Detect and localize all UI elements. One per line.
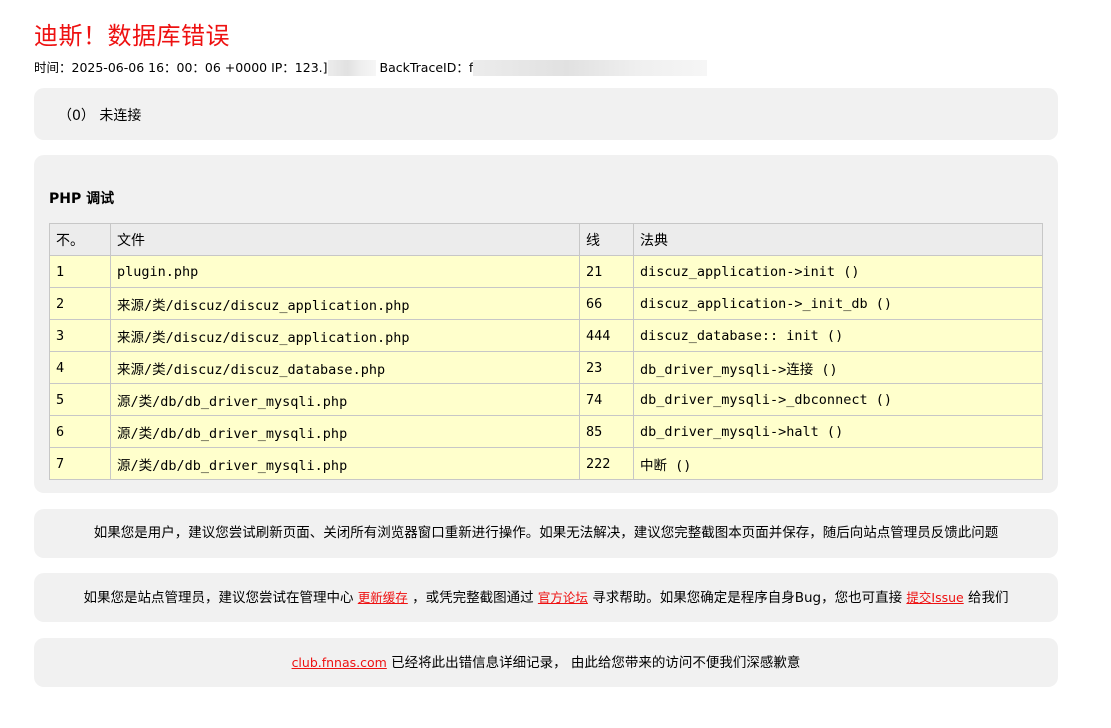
cell-code: 中断 () <box>633 447 1043 480</box>
table-row: 3 来源/类/discuz/discuz_application.php 444… <box>49 319 1043 352</box>
meta-time-ip: 时间：2025-06-06 16：00：06 +0000 IP：123. <box>34 60 323 75</box>
site-apology-box: club.fnnas.com 已经将此出错信息详细记录， 由此给您带来的访问不便… <box>34 638 1058 687</box>
cell-no: 7 <box>49 447 111 480</box>
table-header-row: 不。 文件 线 法典 <box>49 223 1043 256</box>
cell-line: 85 <box>579 415 634 448</box>
table-row: 5 源/类/db/db_driver_mysqli.php 74 db_driv… <box>49 383 1043 416</box>
cell-no: 3 <box>49 319 111 352</box>
col-header-file: 文件 <box>110 223 580 256</box>
cell-code: discuz_database:: init () <box>633 319 1043 352</box>
cell-line: 222 <box>579 447 634 480</box>
table-row: 1 plugin.php 21 discuz_application->init… <box>49 255 1043 288</box>
cell-no: 1 <box>49 255 111 288</box>
cell-no: 5 <box>49 383 111 416</box>
error-message-box: （0） 未连接 <box>34 88 1058 140</box>
cell-file: 来源/类/discuz/discuz_database.php <box>110 351 580 384</box>
table-row: 4 来源/类/discuz/discuz_database.php 23 db_… <box>49 351 1043 384</box>
cell-no: 6 <box>49 415 111 448</box>
page-title: 迪斯！数据库错误 <box>34 22 230 50</box>
redacted-ip <box>327 60 376 76</box>
cell-file: plugin.php <box>110 255 580 288</box>
cell-line: 74 <box>579 383 634 416</box>
admin-advice-text-2: ，或凭完整截图通过 <box>407 590 538 606</box>
cell-code: discuz_application->init () <box>633 255 1043 288</box>
admin-advice-text-3: 寻求帮助。如果您确定是程序自身Bug，您也可直接 <box>587 590 907 606</box>
cell-line: 444 <box>579 319 634 352</box>
table-row: 7 源/类/db/db_driver_mysqli.php 222 中断 () <box>49 447 1043 480</box>
refresh-cache-link[interactable]: 更新缓存 <box>358 590 408 605</box>
user-advice-text: 如果您是用户，建议您尝试刷新页面、关闭所有浏览器窗口重新进行操作。如果无法解决，… <box>93 525 999 541</box>
admin-advice-text-4: 给我们 <box>963 590 1009 606</box>
error-message: （0） 未连接 <box>58 108 142 124</box>
col-header-no: 不。 <box>49 223 111 256</box>
table-row: 2 来源/类/discuz/discuz_application.php 66 … <box>49 287 1043 320</box>
official-forum-link[interactable]: 官方论坛 <box>538 590 588 605</box>
cell-line: 23 <box>579 351 634 384</box>
redacted-backtrace-id <box>473 60 708 76</box>
admin-advice-box: 如果您是站点管理员，建议您尝试在管理中心 更新缓存 ，或凭完整截图通过 官方论坛… <box>34 573 1058 622</box>
col-header-line: 线 <box>579 223 634 256</box>
cell-line: 66 <box>579 287 634 320</box>
admin-advice-text-1: 如果您是站点管理员，建议您尝试在管理中心 <box>83 590 358 606</box>
submit-issue-link[interactable]: 提交Issue <box>906 590 963 605</box>
table-row: 6 源/类/db/db_driver_mysqli.php 85 db_driv… <box>49 415 1043 448</box>
meta-backtrace-label: BackTraceID：f <box>379 60 474 75</box>
php-debug-box: PHP 调试 不。 文件 线 法典 1 plugin.php 21 discuz… <box>34 155 1058 493</box>
col-header-code: 法典 <box>633 223 1043 256</box>
cell-file: 源/类/db/db_driver_mysqli.php <box>110 383 580 416</box>
cell-line: 21 <box>579 255 634 288</box>
debug-heading: PHP 调试 <box>49 191 115 207</box>
cell-code: db_driver_mysqli->halt () <box>633 415 1043 448</box>
site-apology-text: 已经将此出错信息详细记录， 由此给您带来的访问不便我们深感歉意 <box>386 655 801 671</box>
cell-code: discuz_application->_init_db () <box>633 287 1043 320</box>
error-meta: 时间：2025-06-06 16：00：06 +0000 IP：123.] Ba… <box>34 60 708 76</box>
cell-code: db_driver_mysqli->_dbconnect () <box>633 383 1043 416</box>
user-advice-box: 如果您是用户，建议您尝试刷新页面、关闭所有浏览器窗口重新进行操作。如果无法解决，… <box>34 509 1058 558</box>
cell-file: 源/类/db/db_driver_mysqli.php <box>110 447 580 480</box>
cell-no: 2 <box>49 287 111 320</box>
backtrace-table: 不。 文件 线 法典 1 plugin.php 21 discuz_applic… <box>49 223 1043 480</box>
cell-code: db_driver_mysqli->连接 () <box>633 351 1043 384</box>
site-home-link[interactable]: club.fnnas.com <box>292 655 387 670</box>
cell-file: 源/类/db/db_driver_mysqli.php <box>110 415 580 448</box>
cell-file: 来源/类/discuz/discuz_application.php <box>110 319 580 352</box>
cell-no: 4 <box>49 351 111 384</box>
cell-file: 来源/类/discuz/discuz_application.php <box>110 287 580 320</box>
